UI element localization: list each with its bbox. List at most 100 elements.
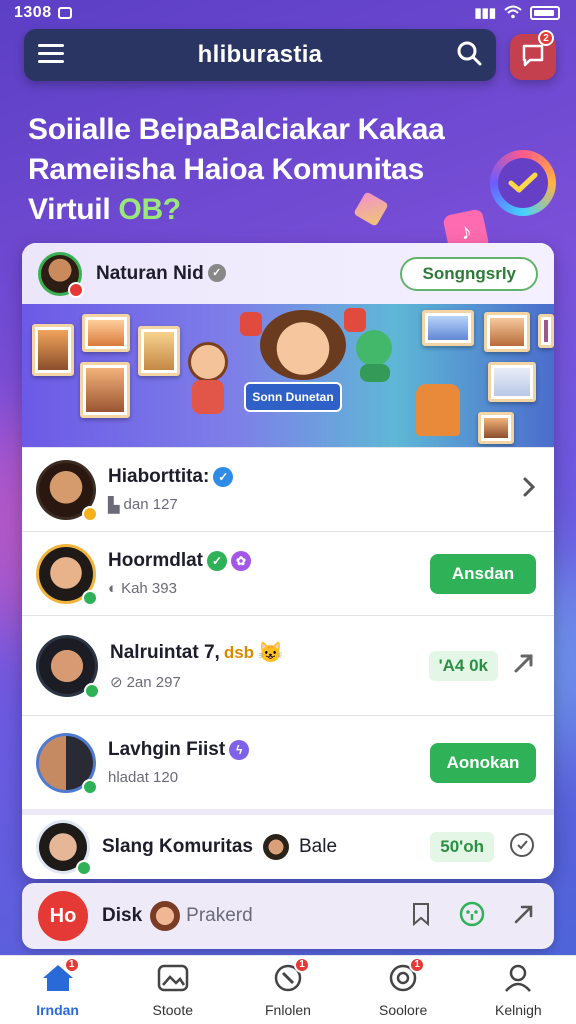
bottom-navigation: 1 Irndan Stoote 1 Fnlolen 1 Soolore Keln…: [0, 955, 576, 1024]
nav-badge: 1: [63, 956, 80, 973]
search-icon[interactable]: [456, 40, 482, 71]
emoji-icon[interactable]: [458, 900, 486, 933]
green-creature: [356, 330, 392, 366]
header-avatar[interactable]: [38, 251, 84, 298]
member-avatar[interactable]: [36, 459, 98, 522]
verified-icon: ✓: [213, 466, 234, 487]
nav-badge: 1: [293, 956, 310, 973]
row-actions: Ansdan: [430, 553, 536, 594]
top-app-bar: hliburastia: [24, 29, 496, 81]
member-name: Hiaborttita: ✓: [108, 465, 234, 488]
person-label: Prakerd: [186, 905, 253, 926]
nav-item-gallery[interactable]: Stoote: [125, 963, 221, 1018]
battery-icon: [530, 6, 560, 20]
share-arrow-icon[interactable]: [512, 902, 536, 931]
nav-label: Soolore: [379, 1001, 428, 1018]
nav-label: Stoote: [152, 1001, 194, 1018]
status-dot-icon: [82, 589, 98, 606]
member-name-suffix: dsb: [223, 642, 255, 662]
mini-avatar: [150, 901, 181, 931]
row-actions: Aonokan: [430, 742, 536, 783]
member-avatar[interactable]: [36, 543, 98, 606]
notification-square-icon: [57, 7, 72, 19]
member-name: Lavhgin Fiist ϟ: [108, 739, 250, 761]
status-dot-icon: [82, 505, 98, 522]
verified-icon: ✓: [207, 551, 227, 571]
nav-label: Irndan: [36, 1001, 79, 1018]
member-avatar[interactable]: [36, 820, 92, 876]
member-name: Nalruintat 7, dsb 😺: [110, 640, 283, 665]
status-dot-icon: [76, 860, 92, 876]
menu-icon[interactable]: [38, 42, 64, 69]
nav-item-profile[interactable]: Kelnigh: [470, 963, 566, 1018]
member-meta: ▙ dan 127: [108, 496, 233, 514]
profile-icon: [502, 963, 534, 998]
nav-item-home[interactable]: 1 Irndan: [10, 956, 106, 1018]
status-dot-icon: [84, 682, 100, 699]
armchair-icon: [416, 384, 460, 436]
chevron-right-icon[interactable]: [522, 476, 536, 503]
ho-badge[interactable]: Ho: [38, 891, 88, 941]
timer-icon[interactable]: [508, 831, 536, 864]
list-item[interactable]: Hoormdlat ✓ ✿ ◐ Kah 393 Ansdan: [22, 531, 554, 615]
headline-line-3: Virtuil OB?: [28, 190, 468, 230]
notification-badge: 2: [538, 30, 554, 46]
member-info: Slang Komuritas Bale: [102, 834, 337, 860]
wifi-icon: [504, 5, 522, 22]
nav-label: Kelnigh: [494, 1001, 542, 1018]
member-meta-text: hladat 120: [108, 769, 179, 786]
nav-item-chat[interactable]: 1 Soolore: [355, 956, 451, 1018]
headline-line-3-text: Virtuil: [28, 193, 119, 226]
headline-highlight: OB?: [118, 193, 181, 226]
mini-player-bar[interactable]: Ho Disk Prakerd: [22, 883, 554, 949]
list-item[interactable]: Nalruintat 7, dsb 😺 ⊘ 2an 297 'A4 0k: [22, 615, 554, 715]
child-body: [192, 380, 224, 414]
status-time: 1308: [14, 4, 52, 21]
list-item[interactable]: Hiaborttita: ✓ ▙ dan 127: [22, 447, 554, 531]
picture-frame-icon: [138, 326, 180, 376]
picture-frame-icon: [422, 310, 474, 346]
arrow-right-icon[interactable]: [512, 651, 536, 680]
member-meta: hladat 120: [108, 769, 249, 786]
nav-item-explore[interactable]: 1 Fnlolen: [240, 956, 336, 1018]
check-badge-icon: [490, 150, 556, 216]
picture-frame-icon: [488, 362, 536, 402]
member-meta-text: dan 127: [123, 496, 178, 513]
join-button[interactable]: Ansdan: [430, 553, 536, 594]
list-item[interactable]: Slang Komuritas Bale 50'oh: [22, 809, 554, 879]
verified-icon: ✓: [207, 264, 226, 283]
header-username: Naturan Nid ✓: [96, 263, 226, 285]
banner-illustration: Sonn Dunetan: [22, 304, 554, 447]
member-name-text: Hiaborttita:: [108, 465, 210, 487]
row-actions: [522, 476, 536, 503]
green-creature-body: [360, 364, 390, 382]
picture-frame-icon: [484, 312, 530, 352]
status-bar: 1308 ▮▮▮: [0, 0, 576, 26]
location-icon: ◐: [108, 580, 118, 597]
member-info: Lavhgin Fiist ϟ hladat 120: [108, 739, 250, 786]
member-name-text: Nalruintat 7,: [110, 641, 220, 663]
list-item[interactable]: Lavhgin Fiist ϟ hladat 120 Aonokan: [22, 715, 554, 809]
feed-header: Naturan Nid ✓ Songngsrly: [22, 243, 554, 304]
messenger-icon: ϟ: [229, 740, 250, 760]
row-actions: 'A4 0k: [428, 650, 536, 681]
member-meta-text: Kah 393: [121, 580, 177, 597]
member-name-text: Lavhgin Fiist: [108, 739, 226, 760]
chat-bubble-icon: [520, 42, 546, 73]
mini-bar-icons: [410, 900, 536, 933]
invite-button[interactable]: Aonokan: [430, 742, 536, 783]
status-dot-icon: [68, 281, 84, 298]
member-name-text: Slang Komuritas: [102, 836, 253, 857]
main-character: [260, 310, 346, 380]
member-meta: ⊘ 2an 297: [110, 673, 283, 692]
disk-label: Disk: [102, 905, 143, 926]
notifications-button[interactable]: 2: [510, 30, 556, 80]
member-avatar[interactable]: [36, 732, 98, 795]
bookmark-icon[interactable]: [410, 902, 432, 931]
banner-label: Sonn Dunetan: [244, 382, 342, 412]
flower-badge-icon: ✿: [231, 551, 251, 571]
member-count-chip: 50'oh: [430, 832, 494, 862]
member-avatar[interactable]: [36, 634, 100, 699]
picture-frame-icon: [478, 412, 514, 444]
follow-button[interactable]: Songngsrly: [400, 256, 538, 291]
